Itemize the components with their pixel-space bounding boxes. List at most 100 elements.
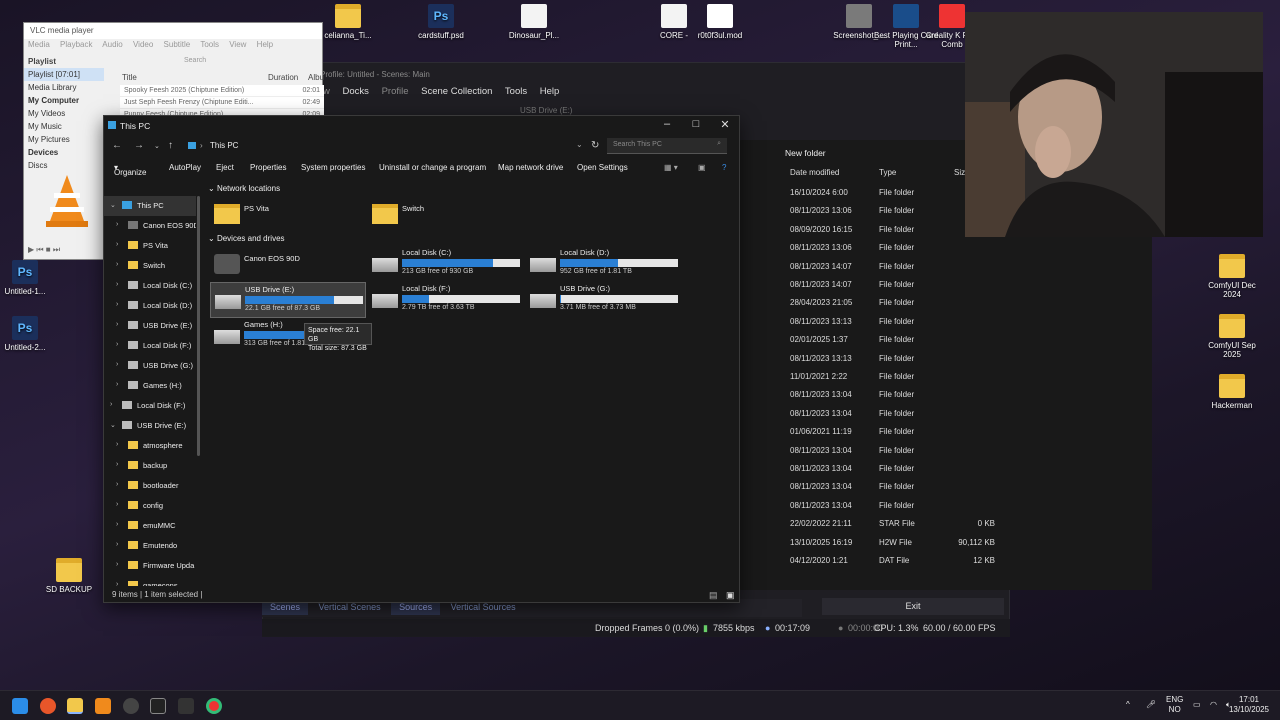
tree-item[interactable]: ⌄ This PC bbox=[104, 196, 196, 216]
chrome-icon[interactable] bbox=[206, 698, 222, 714]
drive-tile[interactable]: USB Drive (E:) 22.1 GB free of 87.3 GB bbox=[210, 282, 366, 318]
file-row[interactable]: 08/11/2023 13:04 File folder bbox=[740, 386, 1152, 404]
vlc-sidebar-my-music[interactable]: My Music bbox=[24, 120, 104, 133]
tree-item[interactable]: › Local Disk (D:) bbox=[104, 296, 196, 316]
vlc-sidebar-my-videos[interactable]: My Videos bbox=[24, 107, 104, 120]
minimize-button[interactable]: – bbox=[659, 118, 675, 130]
drive-tile[interactable]: Local Disk (C:) 213 GB free of 930 GB bbox=[368, 246, 524, 282]
desktop-icon[interactable]: Ps Untitled-2... bbox=[0, 316, 58, 352]
chevron-right-icon[interactable]: › bbox=[110, 401, 112, 408]
new-folder-button[interactable]: New folder bbox=[785, 148, 826, 158]
file-row[interactable]: 04/12/2020 1:21 DAT File 12 KB bbox=[740, 552, 1152, 570]
clock[interactable]: 17:01 13/10/2025 bbox=[1226, 695, 1272, 715]
uninstall-program-button[interactable]: Uninstall or change a program bbox=[379, 163, 486, 172]
chevron-right-icon[interactable]: › bbox=[116, 441, 118, 448]
file-row[interactable]: 08/11/2023 13:04 File folder bbox=[740, 442, 1152, 460]
drive-tile[interactable]: Local Disk (D:) 952 GB free of 1.81 TB bbox=[526, 246, 682, 282]
vlc-menu-audio[interactable]: Audio bbox=[102, 40, 122, 49]
start-icon[interactable] bbox=[12, 698, 28, 714]
file-row[interactable]: 08/11/2023 13:04 File folder bbox=[740, 460, 1152, 478]
desktop-icon[interactable]: Hackerman bbox=[1199, 374, 1265, 410]
language-indicator[interactable]: ENG NO bbox=[1166, 695, 1183, 715]
microphone-icon[interactable]: 🎤︎ bbox=[1146, 700, 1156, 710]
vlc-sidebar-playlist[interactable]: Playlist [07:01] bbox=[24, 68, 104, 81]
tree-item[interactable]: › USB Drive (E:) bbox=[104, 316, 196, 336]
chevron-right-icon[interactable]: › bbox=[116, 261, 118, 268]
file-row[interactable]: 08/11/2023 13:04 File folder bbox=[740, 497, 1152, 515]
vlc-sidebar-media-library[interactable]: Media Library bbox=[24, 81, 104, 94]
chevron-right-icon[interactable]: › bbox=[116, 541, 118, 548]
file-row[interactable]: 08/11/2023 13:04 File folder bbox=[740, 478, 1152, 496]
up-icon[interactable]: ↑ bbox=[168, 140, 173, 151]
obs-menu-tools[interactable]: Tools bbox=[505, 86, 527, 97]
maximize-button[interactable]: □ bbox=[688, 118, 704, 130]
desktop-icon[interactable]: r0t0f3ul.mod bbox=[687, 4, 753, 40]
vlc-play-button[interactable]: ▶ ⏮ ■ ⏭ bbox=[28, 245, 60, 255]
search-input[interactable]: Search This PC ⌕ bbox=[607, 138, 727, 154]
file-row[interactable]: 08/11/2023 13:13 File folder bbox=[740, 350, 1152, 368]
vlc-menu-playback[interactable]: Playback bbox=[60, 40, 92, 49]
chevron-right-icon[interactable]: › bbox=[116, 341, 118, 348]
vlc-menu-view[interactable]: View bbox=[229, 40, 246, 49]
chevron-right-icon[interactable]: › bbox=[116, 321, 118, 328]
desktop-icon[interactable]: Dinosaur_Pl... bbox=[501, 4, 567, 40]
file-row[interactable]: 08/11/2023 13:04 File folder bbox=[740, 405, 1152, 423]
tree-item[interactable]: › gamecons bbox=[104, 576, 196, 586]
obs-icon[interactable] bbox=[123, 698, 139, 714]
chevron-right-icon[interactable]: › bbox=[116, 381, 118, 388]
vlc-col-duration[interactable]: Duration bbox=[268, 73, 298, 82]
tree-item[interactable]: › Emutendo bbox=[104, 536, 196, 556]
file-row[interactable]: 01/06/2021 11:19 File folder bbox=[740, 423, 1152, 441]
vlc-track[interactable]: Just Seph Feesh Frenzy (Chiptune Editi..… bbox=[120, 97, 324, 109]
close-button[interactable]: ✕ bbox=[717, 118, 733, 131]
terminal-icon[interactable] bbox=[150, 698, 166, 714]
vlc-sidebar-discs[interactable]: Discs bbox=[24, 159, 104, 172]
system-properties-button[interactable]: System properties bbox=[301, 163, 365, 172]
tree-item[interactable]: › emuMMC bbox=[104, 516, 196, 536]
forward-icon[interactable]: → bbox=[134, 140, 144, 151]
recent-chevron-icon[interactable]: ⌄ bbox=[154, 142, 160, 150]
obs-menu-view[interactable]: w bbox=[323, 86, 330, 97]
file-row[interactable]: 08/11/2023 13:13 File folder bbox=[740, 313, 1152, 331]
tree-item[interactable]: › config bbox=[104, 496, 196, 516]
exit-button[interactable]: Exit bbox=[822, 598, 1004, 615]
obs-menu-docks[interactable]: Docks bbox=[343, 86, 369, 97]
wifi-icon[interactable]: ◠ bbox=[1210, 700, 1217, 710]
desktop-icon[interactable]: ComfyUI Dec 2024 bbox=[1199, 254, 1265, 299]
tree-item[interactable]: ⌄ USB Drive (E:) bbox=[104, 416, 196, 436]
large-icons-view-icon[interactable]: ▣ bbox=[726, 590, 735, 601]
chevron-right-icon[interactable]: › bbox=[116, 221, 118, 228]
file-row[interactable]: 11/01/2021 2:22 File folder bbox=[740, 368, 1152, 386]
file-explorer-icon[interactable] bbox=[67, 698, 83, 714]
address-dropdown-icon[interactable]: ⌄ bbox=[576, 140, 583, 149]
vlc-col-album[interactable]: Albu bbox=[308, 73, 324, 82]
file-row[interactable]: 08/11/2023 14:07 File folder bbox=[740, 258, 1152, 276]
network-location-ps-vita[interactable]: PS Vita bbox=[210, 196, 366, 232]
tree-scrollbar[interactable] bbox=[197, 196, 200, 456]
drive-tile[interactable]: Local Disk (F:) 2.79 TB free of 3.63 TB bbox=[368, 282, 524, 318]
open-settings-button[interactable]: Open Settings bbox=[577, 163, 628, 172]
file-row[interactable]: 08/11/2023 14:07 File folder bbox=[740, 276, 1152, 294]
details-view-icon[interactable]: ▤ bbox=[709, 590, 718, 601]
obs-menu-profile[interactable]: Profile bbox=[382, 86, 409, 97]
tree-item[interactable]: › bootloader bbox=[104, 476, 196, 496]
desktop-icon[interactable]: celianna_Ti... bbox=[315, 4, 381, 40]
tree-item[interactable]: › atmosphere bbox=[104, 436, 196, 456]
tree-item[interactable]: › Switch bbox=[104, 256, 196, 276]
desktop-icon[interactable]: Ps cardstuff.psd bbox=[408, 4, 474, 40]
back-icon[interactable]: ← bbox=[112, 140, 122, 151]
chevron-down-icon[interactable]: ⌄ bbox=[110, 201, 116, 209]
obs-menu-help[interactable]: Help bbox=[540, 86, 560, 97]
file-row[interactable]: 22/02/2022 21:11 STAR File 0 KB bbox=[740, 515, 1152, 533]
view-options-icon[interactable]: ▦ ▾ bbox=[664, 163, 678, 172]
chevron-right-icon[interactable]: › bbox=[116, 581, 118, 586]
device-camera[interactable]: Canon EOS 90D bbox=[210, 246, 366, 282]
desktop-icon[interactable]: SD BACKUP bbox=[36, 558, 102, 594]
desktop-icon[interactable]: Ps Untitled-1... bbox=[0, 260, 58, 296]
vlc-track[interactable]: Spooky Feesh 2025 (Chiptune Edition) 02:0… bbox=[120, 85, 324, 97]
tree-item[interactable]: › Firmware Upda bbox=[104, 556, 196, 576]
network-location-switch[interactable]: Switch bbox=[368, 196, 524, 232]
map-network-drive-button[interactable]: Map network drive bbox=[498, 163, 563, 172]
chevron-right-icon[interactable]: › bbox=[116, 301, 118, 308]
obs-menu-scene-collection[interactable]: Scene Collection bbox=[421, 86, 492, 97]
